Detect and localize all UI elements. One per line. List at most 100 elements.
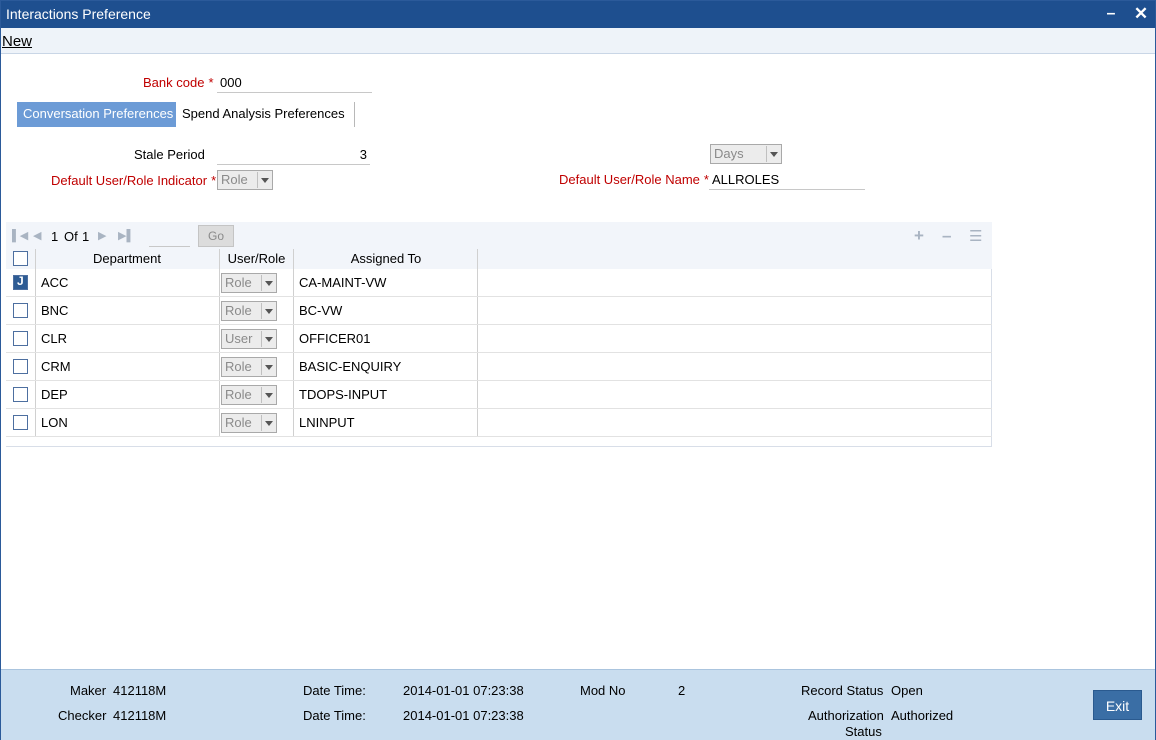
chevron-down-icon xyxy=(261,275,275,291)
header-assigned-to: Assigned To xyxy=(350,251,422,266)
user-role-select[interactable]: Role xyxy=(221,301,277,321)
row-checkbox[interactable] xyxy=(13,359,28,374)
department-cell: LON xyxy=(41,415,68,430)
page-number-input[interactable] xyxy=(149,227,190,247)
maker-date-time-label: Date Time: xyxy=(303,683,366,698)
default-name-field[interactable] xyxy=(709,170,865,190)
table-row[interactable]: CLR User OFFICER01 xyxy=(6,325,992,353)
default-name-label-text: Default User/Role Name xyxy=(559,172,700,187)
table-row[interactable]: ACC Role CA-MAINT-VW xyxy=(6,269,992,297)
total-pages: 1 xyxy=(82,229,90,244)
record-status-value: Open xyxy=(891,683,923,698)
audit-footer: Maker 412118M Checker 412118M Date Time:… xyxy=(1,669,1155,740)
table-row[interactable]: LON Role LNINPUT xyxy=(6,409,992,437)
mod-no-value: 2 xyxy=(678,683,686,698)
current-page: 1 xyxy=(51,229,59,244)
window-title: Interactions Preference xyxy=(6,6,151,22)
header-user-role: User/Role xyxy=(227,251,286,266)
add-row-icon[interactable]: + xyxy=(914,226,924,246)
department-cell: DEP xyxy=(41,387,68,402)
user-role-select[interactable]: User xyxy=(221,329,277,349)
maker-value: 412118M xyxy=(113,683,167,698)
row-checkbox[interactable] xyxy=(13,274,28,290)
row-checkbox[interactable] xyxy=(13,415,28,430)
chevron-down-icon xyxy=(257,172,271,188)
chevron-down-icon xyxy=(261,387,275,403)
chevron-down-icon xyxy=(261,359,275,375)
department-cell: CLR xyxy=(41,331,68,346)
assigned-to-cell: TDOPS-INPUT xyxy=(299,387,388,402)
chevron-down-icon xyxy=(766,146,780,162)
user-role-value: Role xyxy=(225,275,252,290)
assigned-to-cell: BASIC-ENQUIRY xyxy=(299,359,402,374)
grid-toolbar: ▌◀ ◀ 1 Of 1 ▶ ▶▌ Go + – ☰ xyxy=(6,222,992,249)
assigned-to-cell: BC-VW xyxy=(299,303,343,318)
checker-label: Checker xyxy=(58,708,107,723)
title-bar: Interactions Preference – ✕ xyxy=(1,1,1155,28)
bank-code-field[interactable] xyxy=(217,73,372,93)
user-role-value: Role xyxy=(225,359,252,374)
checker-date-time-value: 2014-01-01 07:23:38 xyxy=(403,708,524,723)
bank-code-label: Bank code * xyxy=(143,75,214,90)
default-indicator-select[interactable]: Role xyxy=(217,170,273,190)
minimize-icon[interactable]: – xyxy=(1101,4,1121,24)
first-page-icon[interactable]: ▌◀ xyxy=(12,229,28,242)
user-role-value: Role xyxy=(225,303,252,318)
department-cell: BNC xyxy=(41,303,69,318)
stale-period-label: Stale Period xyxy=(134,147,205,162)
tab-conversation-preferences[interactable]: Conversation Preferences xyxy=(17,102,176,127)
user-role-select[interactable]: Role xyxy=(221,413,277,433)
table-row[interactable]: DEP Role TDOPS-INPUT xyxy=(6,381,992,409)
interactions-preference-window: Interactions Preference – ✕ New Bank cod… xyxy=(0,0,1156,740)
record-status-label: Record Status xyxy=(801,683,884,698)
user-role-value: Role xyxy=(225,387,252,402)
row-checkbox[interactable] xyxy=(13,387,28,402)
column-view-icon[interactable]: ☰ xyxy=(969,227,982,245)
default-indicator-label-text: Default User/Role Indicator xyxy=(51,173,208,188)
stale-period-field[interactable] xyxy=(217,145,370,165)
tab-spend-analysis-preferences[interactable]: Spend Analysis Preferences xyxy=(176,102,355,127)
next-page-icon[interactable]: ▶ xyxy=(98,229,106,242)
default-name-label: Default User/Role Name * xyxy=(559,172,709,187)
table-row[interactable]: BNC Role BC-VW xyxy=(6,297,992,325)
checker-date-time-label: Date Time: xyxy=(303,708,366,723)
of-label: Of xyxy=(64,229,78,244)
new-link[interactable]: New xyxy=(2,33,32,50)
chevron-down-icon xyxy=(261,415,275,431)
menu-bar: New xyxy=(1,28,1155,54)
checker-value: 412118M xyxy=(113,708,167,723)
bank-code-label-text: Bank code xyxy=(143,75,205,90)
close-icon[interactable]: ✕ xyxy=(1131,4,1151,24)
select-all-checkbox[interactable] xyxy=(13,251,28,266)
last-page-icon[interactable]: ▶▌ xyxy=(118,229,134,242)
delete-row-icon[interactable]: – xyxy=(942,226,951,246)
maker-label: Maker xyxy=(70,683,107,698)
prev-page-icon[interactable]: ◀ xyxy=(33,229,41,242)
user-role-select[interactable]: Role xyxy=(221,385,277,405)
table-row[interactable]: CRM Role BASIC-ENQUIRY xyxy=(6,353,992,381)
assigned-to-cell: LNINPUT xyxy=(299,415,355,430)
department-cell: ACC xyxy=(41,275,69,290)
chevron-down-icon xyxy=(261,331,275,347)
department-cell: CRM xyxy=(41,359,71,374)
grid-header: Department User/Role Assigned To xyxy=(6,249,992,269)
mod-no-label: Mod No xyxy=(580,683,626,698)
user-role-select[interactable]: Role xyxy=(221,357,277,377)
user-role-select[interactable]: Role xyxy=(221,273,277,293)
maker-date-time-value: 2014-01-01 07:23:38 xyxy=(403,683,524,698)
row-checkbox[interactable] xyxy=(13,331,28,346)
go-button[interactable]: Go xyxy=(198,225,234,247)
row-checkbox[interactable] xyxy=(13,303,28,318)
required-mark: * xyxy=(211,173,217,188)
default-indicator-label: Default User/Role Indicator * xyxy=(51,173,216,188)
exit-button[interactable]: Exit xyxy=(1093,690,1142,720)
authorization-status-label: Authorization xyxy=(808,708,884,723)
stale-unit-select[interactable]: Days xyxy=(710,144,782,164)
default-indicator-value: Role xyxy=(221,172,248,187)
assigned-to-cell: OFFICER01 xyxy=(299,331,371,346)
assigned-to-cell: CA-MAINT-VW xyxy=(299,275,387,290)
required-mark: * xyxy=(208,75,214,90)
stale-unit-value: Days xyxy=(714,146,744,161)
header-department: Department xyxy=(93,251,161,266)
authorization-status-value: Authorized xyxy=(891,708,954,723)
